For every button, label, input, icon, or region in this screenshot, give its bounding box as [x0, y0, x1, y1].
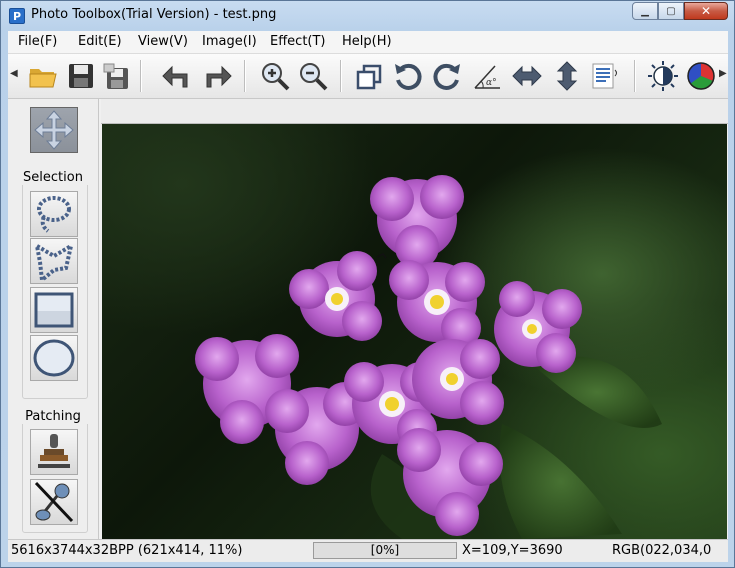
clone-stamp-tool-button[interactable] — [30, 429, 78, 475]
crop-icon[interactable] — [352, 59, 386, 93]
menu-file[interactable]: File(F) — [18, 34, 57, 49]
menu-help[interactable]: Help(H) — [342, 34, 392, 49]
rotate-left-icon[interactable] — [391, 59, 425, 93]
app-window: P Photo Toolbox(Trial Version) - test.pn… — [0, 0, 735, 568]
image-canvas[interactable] — [102, 124, 727, 539]
toolbar-separator — [244, 60, 246, 92]
polygon-lasso-tool-button[interactable] — [30, 238, 78, 284]
patching-label: Patching — [8, 409, 98, 424]
lasso-tool-button[interactable] — [30, 191, 78, 237]
rotate-right-icon[interactable] — [430, 59, 464, 93]
flip-vertical-icon[interactable] — [550, 59, 584, 93]
window-title: Photo Toolbox(Trial Version) - test.png — [31, 7, 277, 22]
undo-icon[interactable] — [160, 59, 194, 93]
status-bar: 5616x3744x32BPP (621x414, 11%) [0%] X=10… — [8, 539, 728, 562]
save-icon[interactable] — [64, 59, 98, 93]
minimize-button[interactable]: ▁ — [632, 2, 658, 20]
client-area: File(F) Edit(E) View(V) Image(I) Effect(… — [8, 31, 728, 562]
zoom-in-icon[interactable] — [258, 59, 292, 93]
clone-stamp-icon — [38, 434, 70, 468]
title-bar[interactable]: P Photo Toolbox(Trial Version) - test.pn… — [1, 1, 734, 31]
window-controls: ▁ ▢ ✕ — [632, 2, 728, 20]
menu-bar: File(F) Edit(E) View(V) Image(I) Effect(… — [8, 31, 728, 54]
zoom-out-icon[interactable] — [296, 59, 330, 93]
menu-view[interactable]: View(V) — [138, 34, 188, 49]
color-balance-icon[interactable] — [684, 59, 718, 93]
top-ruler — [101, 99, 728, 124]
toolbar-separator — [634, 60, 636, 92]
close-button[interactable]: ✕ — [684, 2, 728, 20]
toolbar-scroll-right-icon[interactable]: ▶ — [719, 68, 727, 79]
polygon-lasso-icon — [34, 241, 74, 282]
progress-bar: [0%] — [313, 542, 457, 559]
remove-tool-icon — [34, 481, 74, 523]
toolbar-scroll-left-icon[interactable]: ◀ — [10, 68, 18, 79]
selection-label: Selection — [8, 170, 98, 185]
lasso-icon — [37, 196, 71, 233]
flower-photo — [195, 175, 662, 539]
remove-tool-button[interactable] — [30, 479, 78, 525]
toolbar-separator — [140, 60, 142, 92]
rectangle-select-icon — [34, 292, 74, 328]
redo-icon[interactable] — [200, 59, 234, 93]
cursor-coordinates: X=109,Y=3690 — [462, 543, 563, 558]
ellipse-select-icon — [33, 339, 75, 377]
angle-symbol: α° — [486, 78, 497, 88]
color-readout: RGB(022,034,0 — [612, 543, 712, 558]
brightness-icon[interactable] — [646, 59, 680, 93]
rectangle-select-tool-button[interactable] — [30, 287, 78, 333]
text-icon[interactable] — [588, 59, 622, 93]
tool-panel: Selection Patching — [8, 99, 99, 539]
flip-horizontal-icon[interactable] — [510, 59, 544, 93]
toolbar-separator — [340, 60, 342, 92]
move-icon — [34, 110, 74, 150]
menu-effect[interactable]: Effect(T) — [270, 34, 326, 49]
save-as-icon[interactable] — [100, 59, 134, 93]
angle-rotate-icon[interactable]: α° — [470, 59, 504, 93]
maximize-button[interactable]: ▢ — [658, 2, 684, 20]
app-logo-icon[interactable]: P — [9, 8, 25, 24]
ellipse-select-tool-button[interactable] — [30, 335, 78, 381]
image-info: 5616x3744x32BPP (621x414, 11%) — [11, 543, 243, 558]
open-folder-icon[interactable] — [26, 59, 60, 93]
menu-image[interactable]: Image(I) — [202, 34, 257, 49]
menu-edit[interactable]: Edit(E) — [78, 34, 122, 49]
move-tool-button[interactable] — [30, 107, 78, 153]
toolbar: ◀ α° ▶ — [8, 54, 728, 99]
